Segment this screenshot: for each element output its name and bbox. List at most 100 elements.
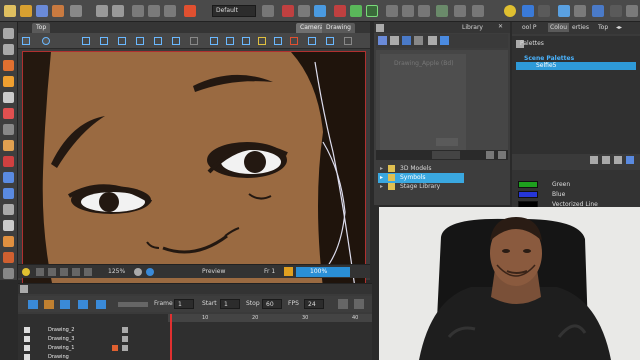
distribute-icon[interactable] [274,37,282,45]
shape-tool-icon[interactable] [3,156,14,167]
previous-frame-icon[interactable] [78,300,88,309]
stop-field[interactable]: 60 [262,299,282,309]
search-icon[interactable] [428,36,437,45]
colour-name[interactable]: Blue [552,191,565,198]
next-frame-icon[interactable] [96,300,106,309]
tab-library[interactable]: Library [462,24,483,31]
copy-icon[interactable] [148,5,160,17]
colour-swatch[interactable] [518,181,538,188]
next-icon[interactable] [498,151,506,159]
peg-icon[interactable] [454,5,466,17]
record-icon[interactable] [334,5,346,17]
transform-icon[interactable] [100,37,108,45]
frame-field[interactable]: 1 [174,299,194,309]
sound-icon[interactable] [44,300,54,309]
visibility-toggle[interactable] [24,327,30,333]
align-left-icon[interactable] [210,37,218,45]
layer-row[interactable]: Drawing_1 [22,345,162,354]
layer-row[interactable]: Drawing [22,354,162,360]
play-icon[interactable] [298,5,310,17]
scene-settings-icon[interactable] [70,5,82,17]
prev-icon[interactable] [486,151,494,159]
lock-icon[interactable] [122,336,128,342]
more-icon[interactable] [626,5,638,17]
transform-icon[interactable] [386,5,398,17]
pencil-tool-icon[interactable] [3,76,14,87]
add-colour-icon[interactable] [590,156,598,164]
tab-top[interactable]: Top [598,24,608,31]
hand-tool-icon[interactable] [3,220,14,231]
camera-settings-icon[interactable] [42,37,50,45]
panel-menu-icon[interactable] [376,24,384,32]
rotate-icon[interactable] [402,5,414,17]
add-layer-icon[interactable] [338,299,348,309]
settings-icon[interactable] [610,5,622,17]
layer-row[interactable]: Drawing_3 [22,336,162,345]
play-icon[interactable] [28,300,38,309]
grid-toggle-icon[interactable] [36,268,44,276]
undo-icon[interactable] [96,5,108,17]
bone-tool-icon[interactable] [3,236,14,247]
safe-area-icon[interactable] [48,268,56,276]
morph-tool-icon[interactable] [3,268,14,279]
lock-icon[interactable] [122,327,128,333]
text-tool-icon[interactable] [3,92,14,103]
library-item[interactable]: ▸ Stage Library [378,182,508,192]
expand-arrow-icon[interactable]: ▸ [380,183,383,190]
scale-icon[interactable] [418,5,430,17]
node-icon[interactable] [472,5,484,17]
start-field[interactable]: 1 [220,299,240,309]
swatch-view-icon[interactable] [626,156,634,164]
layer-row[interactable]: Drawing_2 [22,327,162,336]
brush-color-icon[interactable] [522,5,534,17]
brush-icon[interactable] [290,37,298,45]
colour-name[interactable]: Green [552,181,570,188]
align-right-icon[interactable] [242,37,250,45]
rotate-icon[interactable] [136,37,144,45]
pencil-icon[interactable] [184,5,196,17]
colour-swatch[interactable] [518,191,538,198]
delete-layer-icon[interactable] [354,299,364,309]
redo-icon[interactable] [112,5,124,17]
playback-speed-slider[interactable] [118,302,148,307]
smooth-icon[interactable] [172,37,180,45]
contour-editor-icon[interactable] [3,44,14,55]
zoom-level[interactable]: 125% [108,268,125,275]
ruler-icon[interactable] [558,5,570,17]
loop-icon[interactable] [314,5,326,17]
tab-tool-properties[interactable]: ool P [522,24,537,31]
contour-icon[interactable] [154,37,162,45]
drawing-canvas[interactable] [22,51,366,287]
new-scene-icon[interactable] [4,5,16,17]
colour-mode-icon[interactable] [614,156,622,164]
zoom-tool-icon[interactable] [3,204,14,215]
paste-icon[interactable] [164,5,176,17]
frame-ruler[interactable]: 10 20 30 40 [168,314,372,322]
fps-field[interactable]: 24 [304,299,324,309]
thumb-view-icon[interactable] [402,36,411,45]
library-search-field[interactable] [432,151,460,159]
tab-top[interactable]: Top [32,23,51,33]
playhead[interactable] [170,314,172,360]
tab-drawing[interactable]: Drawing [322,23,355,33]
select-icon[interactable] [82,37,90,45]
camera-menu-icon[interactable] [22,37,30,45]
import-icon[interactable] [52,5,64,17]
eraser-icon[interactable] [538,5,550,17]
align-center-icon[interactable] [226,37,234,45]
light-bulb-icon[interactable] [504,5,516,17]
reset-view-icon[interactable] [134,268,142,276]
palette-item-selected[interactable]: Selfie5 [516,62,636,70]
flip-icon[interactable] [118,37,126,45]
sort-icon[interactable] [414,36,423,45]
save-icon[interactable] [36,5,48,17]
turn-off-icon[interactable] [72,268,80,276]
visibility-toggle[interactable] [24,354,30,360]
deform-icon[interactable] [366,5,378,17]
lock-icon[interactable] [258,37,266,45]
bone-icon[interactable] [436,5,448,17]
brush-icon[interactable] [112,345,118,351]
expand-arrow-icon[interactable]: ▸ [380,165,383,172]
new-folder-icon[interactable] [378,36,387,45]
eraser-tool-icon[interactable] [3,108,14,119]
